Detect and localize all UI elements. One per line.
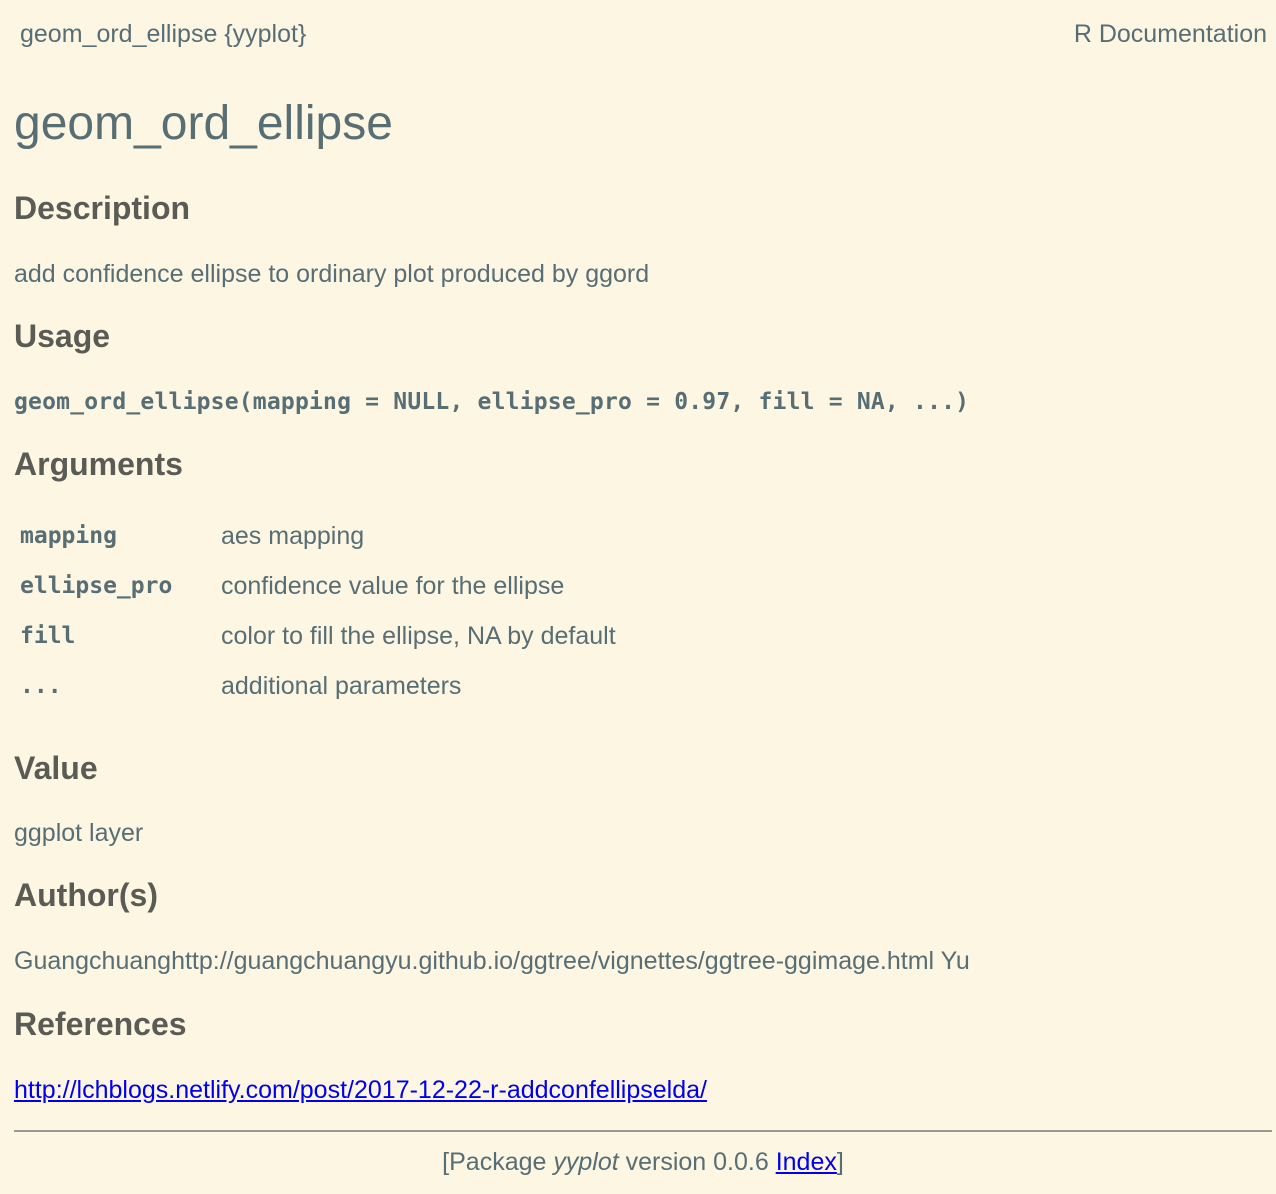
- value-text: ggplot layer: [14, 819, 144, 847]
- value-heading: Value: [14, 750, 98, 786]
- argument-description: aes mapping: [221, 522, 365, 550]
- topic-label: geom_ord_ellipse {yyplot}: [20, 20, 307, 48]
- argument-name: ellipse_pro: [20, 573, 173, 599]
- footer-version: version 0.0.6: [618, 1148, 776, 1176]
- package-name: yyplot: [553, 1148, 619, 1176]
- arguments-heading: Arguments: [14, 446, 183, 482]
- argument-description: additional parameters: [221, 672, 462, 700]
- reference-link[interactable]: http://lchblogs.netlify.com/post/2017-12…: [14, 1076, 707, 1104]
- documentation-page: geom_ord_ellipse {yyplot} R Documentatio…: [14, 0, 1272, 1176]
- usage-heading: Usage: [14, 318, 111, 354]
- index-link[interactable]: Index: [776, 1148, 837, 1176]
- authors-heading: Author(s): [14, 877, 158, 913]
- argument-description: confidence value for the ellipse: [221, 572, 565, 600]
- footer-prefix: [Package: [442, 1148, 554, 1176]
- argument-name: fill: [20, 623, 76, 649]
- references-heading: References: [14, 1006, 187, 1042]
- page-footer: [Package yyplot version 0.0.6 Index]: [14, 1148, 1272, 1177]
- usage-code: geom_ord_ellipse(mapping = NULL, ellipse…: [14, 389, 970, 415]
- page-header: geom_ord_ellipse {yyplot} R Documentatio…: [14, 0, 1272, 70]
- argument-description: color to fill the ellipse, NA by default: [221, 622, 616, 650]
- description-text: add confidence ellipse to ordinary plot …: [14, 260, 650, 288]
- argument-name: mapping: [20, 523, 117, 549]
- authors-text: Guangchuanghttp://guangchuangyu.github.i…: [14, 947, 970, 975]
- argument-name: ...: [20, 673, 62, 699]
- r-documentation-label: R Documentation: [1073, 20, 1267, 48]
- footer-suffix: ]: [836, 1148, 844, 1176]
- footer-divider: [14, 1130, 1272, 1132]
- page-title: geom_ord_ellipse: [14, 97, 393, 150]
- description-heading: Description: [14, 190, 191, 226]
- references-paragraph: http://lchblogs.netlify.com/post/2017-12…: [14, 1076, 707, 1105]
